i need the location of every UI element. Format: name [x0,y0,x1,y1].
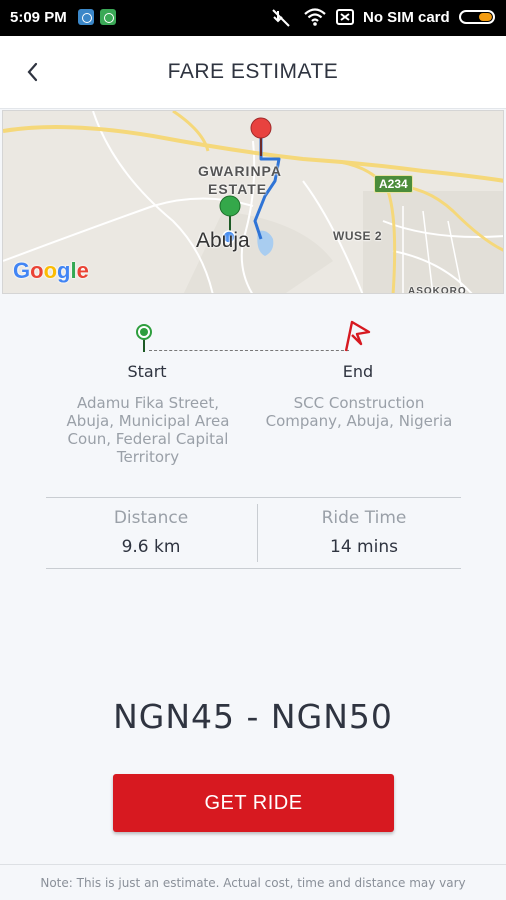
distance-label: Distance [113,508,189,528]
mute-icon [272,9,290,27]
end-address: SCC Construction Company, Abuja, Nigeria [265,394,453,430]
route-map[interactable]: GWARINPA ESTATE Abuja WUSE 2 ASOKORO A23… [2,110,504,294]
note-divider [0,864,506,865]
google-logo: Google [13,258,89,283]
ride-time-value: 14 mins [330,537,398,557]
stats-divider [257,504,258,562]
map-label-gwarinpa: GWARINPA [198,163,282,179]
status-bar: 5:09 PM No SIM card [0,0,506,36]
app-icon-2 [100,9,116,25]
status-time: 5:09 PM [10,9,67,26]
map-label-estate: ESTATE [208,181,268,197]
end-label: End [342,362,374,381]
end-flag-icon [344,320,371,352]
wifi-icon [304,8,326,26]
start-label: Start [127,362,167,381]
trip-stats: Distance 9.6 km Ride Time 14 mins [46,497,461,569]
map-label-abuja: Abuja [196,229,250,252]
get-ride-button[interactable]: GET RIDE [113,774,394,832]
carrier-text: No SIM card [363,9,450,26]
ride-time-label: Ride Time [321,508,407,528]
start-address: Adamu Fika Street, Abuja, Municipal Area… [66,394,230,466]
map-label-asokoro: ASOKORO [408,286,467,294]
distance-value: 9.6 km [121,537,181,557]
fare-range: NGN45 - NGN50 [113,697,393,736]
map-label-wuse: WUSE 2 [333,229,383,243]
page-title: FARE ESTIMATE [167,60,339,83]
sim-icon [336,9,354,25]
road-badge: A234 [374,175,413,193]
route-connector [149,350,349,351]
start-marker-icon [136,324,152,352]
battery-icon [459,10,495,24]
app-icon-1 [78,9,94,25]
app-bar: FARE ESTIMATE [0,36,506,109]
estimate-note: Note: This is just an estimate. Actual c… [40,876,466,890]
